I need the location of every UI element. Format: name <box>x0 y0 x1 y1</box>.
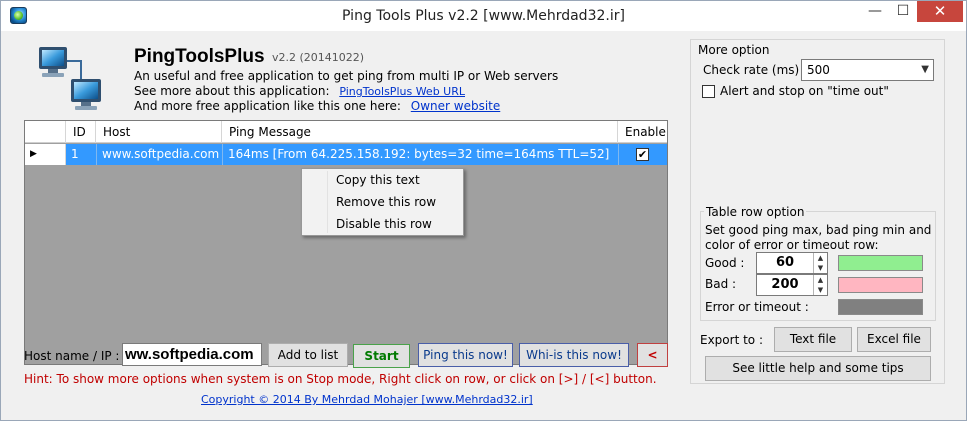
bad-ping-value[interactable]: 200 <box>757 275 813 295</box>
row-header-corner <box>25 121 66 143</box>
bad-color-swatch[interactable] <box>838 277 923 293</box>
app-name: PingToolsPlus <box>134 46 265 67</box>
help-tips-button[interactable]: See little help and some tips <box>705 356 931 381</box>
row-host[interactable]: www.softpedia.com <box>96 144 222 165</box>
chevron-down-icon[interactable]: ▼ <box>921 60 929 80</box>
bad-ping-spinner[interactable]: ▲ ▼ <box>813 275 827 295</box>
network-computers-icon <box>39 47 101 110</box>
alert-timeout-label[interactable]: Alert and stop on "time out" <box>720 84 889 98</box>
ping-table[interactable]: ID Host Ping Message Enable ▶ 1 www.soft… <box>24 120 668 365</box>
spin-down-icon[interactable]: ▼ <box>814 285 827 295</box>
ping-now-button[interactable]: Ping this now! <box>418 343 513 367</box>
menu-item-disable-row[interactable]: Disable this row <box>336 217 432 231</box>
app-version: v2.2 (20141022) <box>272 51 365 64</box>
row-ping-message[interactable]: 164ms [From 64.225.158.192: bytes=32 tim… <box>222 144 618 165</box>
alert-timeout-checkbox[interactable] <box>702 85 715 98</box>
web-url-link[interactable]: PingToolsPlus Web URL <box>339 85 465 98</box>
start-button[interactable]: Start <box>353 344 410 368</box>
collapse-options-button[interactable]: < <box>637 343 668 367</box>
host-input[interactable]: ww.softpedia.com <box>122 343 262 366</box>
info-line-web: See more about this application: PingToo… <box>134 84 465 98</box>
table-row[interactable]: ▶ 1 www.softpedia.com 164ms [From 64.225… <box>25 144 667 165</box>
context-menu: Copy this text Remove this row Disable t… <box>301 168 464 236</box>
spin-down-icon[interactable]: ▼ <box>814 263 827 273</box>
table-row-option-desc-1: Set good ping max, bad ping min and <box>705 223 932 237</box>
title-bar: Ping Tools Plus v2.2 [www.Mehrdad32.ir] … <box>1 1 966 31</box>
bad-ping-stepper[interactable]: 200 ▲ ▼ <box>756 274 828 296</box>
menu-item-copy-text[interactable]: Copy this text <box>336 173 420 187</box>
good-ping-stepper[interactable]: 60 ▲ ▼ <box>756 252 828 274</box>
close-button[interactable]: ✕ <box>917 1 963 22</box>
options-panel-title: More option <box>698 43 770 57</box>
check-rate-label: Check rate (ms) : <box>703 63 808 77</box>
export-label: Export to : <box>700 333 763 347</box>
copyright-link[interactable]: Copyright © 2014 By Mehrdad Mohajer [www… <box>201 393 533 406</box>
check-rate-select[interactable]: 500 ▼ <box>801 59 934 81</box>
check-rate-value: 500 <box>807 63 830 77</box>
info-line-web-label: See more about this application: <box>134 84 330 98</box>
menu-item-remove-row[interactable]: Remove this row <box>336 195 436 209</box>
row-selector-icon[interactable]: ▶ <box>25 144 66 165</box>
main-content: PingToolsPlus v2.2 (20141022) An useful … <box>1 31 966 421</box>
add-to-list-button[interactable]: Add to list <box>268 343 348 367</box>
error-timeout-label: Error or timeout : <box>705 300 809 314</box>
column-header-enable[interactable]: Enable <box>618 121 667 143</box>
context-menu-gutter <box>327 171 328 233</box>
column-header-id[interactable]: ID <box>66 121 96 143</box>
window-title: Ping Tools Plus v2.2 [www.Mehrdad32.ir] <box>342 8 625 24</box>
hint-text: Hint: To show more options when system i… <box>24 372 657 386</box>
good-color-swatch[interactable] <box>838 255 923 271</box>
export-excel-file-button[interactable]: Excel file <box>857 327 931 352</box>
bad-label: Bad : <box>705 277 737 291</box>
good-label: Good : <box>705 256 745 270</box>
minimize-button[interactable]: — <box>862 1 888 22</box>
spin-up-icon[interactable]: ▲ <box>814 253 827 263</box>
good-ping-value[interactable]: 60 <box>757 253 813 273</box>
row-id[interactable]: 1 <box>66 144 96 165</box>
app-description: An useful and free application to get pi… <box>134 69 559 83</box>
owner-website-link[interactable]: Owner website <box>411 99 500 113</box>
error-color-swatch[interactable] <box>838 299 923 315</box>
info-line-owner: And more free application like this one … <box>134 99 500 113</box>
good-ping-spinner[interactable]: ▲ ▼ <box>813 253 827 273</box>
table-row-option-title: Table row option <box>704 205 807 219</box>
info-line-owner-label: And more free application like this one … <box>134 99 401 113</box>
column-header-ping-message[interactable]: Ping Message <box>222 121 618 143</box>
app-window: Ping Tools Plus v2.2 [www.Mehrdad32.ir] … <box>0 0 967 421</box>
host-label: Host name / IP : <box>24 349 120 363</box>
whois-now-button[interactable]: Whi-is this now! <box>519 343 629 367</box>
table-row-option-desc-2: color of error or timeout row: <box>705 238 879 252</box>
table-header: ID Host Ping Message Enable <box>25 121 667 143</box>
maximize-button[interactable]: ☐ <box>890 1 916 22</box>
spin-up-icon[interactable]: ▲ <box>814 275 827 285</box>
column-header-host[interactable]: Host <box>96 121 222 143</box>
export-text-file-button[interactable]: Text file <box>774 327 852 352</box>
row-enable-checkbox[interactable]: ✔ <box>636 148 649 161</box>
